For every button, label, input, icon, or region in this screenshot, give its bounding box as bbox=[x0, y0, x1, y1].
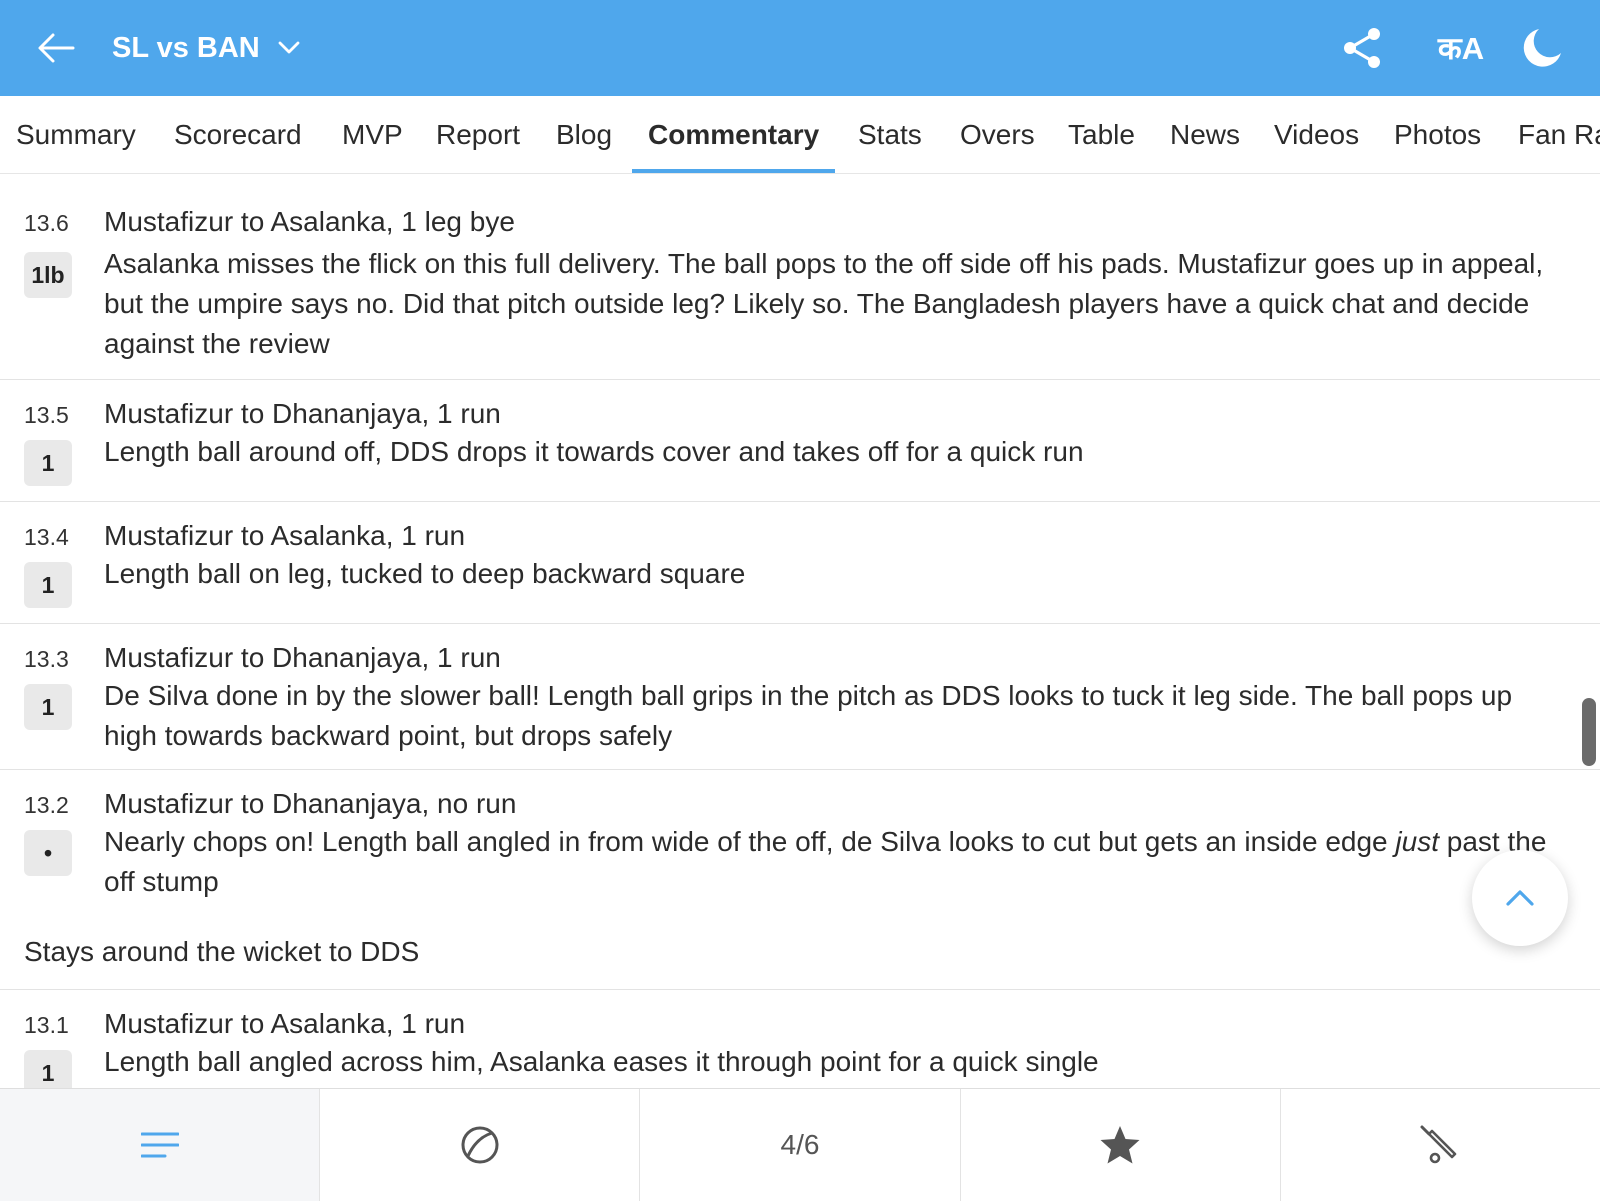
over-number: 13.2 bbox=[24, 792, 69, 818]
ball-description-emphasis: just bbox=[1395, 826, 1439, 857]
runs-badge: 1 bbox=[24, 684, 72, 730]
runs-badge: 1 bbox=[24, 440, 72, 486]
tab-blog[interactable]: Blog bbox=[540, 96, 628, 173]
tab-videos[interactable]: Videos bbox=[1258, 96, 1375, 173]
bottom-nav: 4/6 bbox=[0, 1088, 1600, 1201]
tab-stats[interactable]: Stats bbox=[842, 96, 938, 173]
over-number: 13.3 bbox=[24, 646, 69, 672]
commentary-item: 13.3 1 Mustafizur to Dhananjaya, 1 run D… bbox=[0, 624, 1600, 770]
scroll-to-top-button[interactable] bbox=[1472, 850, 1568, 946]
moon-icon bbox=[1523, 29, 1561, 67]
tab-mvp[interactable]: MVP bbox=[326, 96, 419, 173]
ball-description: Length ball on leg, tucked to deep backw… bbox=[104, 558, 746, 589]
commentary-item: 13.5 1 Mustafizur to Dhananjaya, 1 run L… bbox=[0, 380, 1600, 502]
ball-title: Mustafizur to Dhananjaya, no run bbox=[104, 788, 517, 819]
ball-description: Length ball around off, DDS drops it tow… bbox=[104, 436, 1084, 467]
commentary-item: 13.2 • Mustafizur to Dhananjaya, no run … bbox=[0, 770, 1600, 990]
runs-badge: 1lb bbox=[24, 252, 72, 298]
bottom-nav-batting[interactable] bbox=[1281, 1089, 1600, 1201]
commentary-note: Stays around the wicket to DDS bbox=[24, 936, 420, 967]
commentary-item: 13.6 1lb Mustafizur to Asalanka, 1 leg b… bbox=[0, 174, 1600, 380]
menu-lines-icon bbox=[140, 1132, 179, 1158]
chevron-down-icon bbox=[278, 41, 300, 54]
share-button[interactable] bbox=[1338, 24, 1386, 72]
ball-title: Mustafizur to Asalanka, 1 run bbox=[104, 520, 466, 551]
back-button[interactable] bbox=[34, 28, 78, 68]
chevron-up-icon bbox=[1506, 890, 1534, 906]
ball-description: Nearly chops on! Length ball angled in f… bbox=[104, 822, 1564, 902]
ball-description: De Silva done in by the slower ball! Len… bbox=[104, 680, 1513, 751]
cricket-ball-icon bbox=[461, 1126, 499, 1164]
app-header: SL vs BAN कA bbox=[0, 0, 1600, 96]
star-icon bbox=[1100, 1126, 1140, 1164]
over-number: 13.4 bbox=[24, 524, 69, 550]
back-arrow-icon bbox=[38, 33, 75, 63]
over-number: 13.5 bbox=[24, 402, 69, 428]
tab-report[interactable]: Report bbox=[420, 96, 536, 173]
tab-photos[interactable]: Photos bbox=[1378, 96, 1497, 173]
tab-table[interactable]: Table bbox=[1052, 96, 1151, 173]
language-icon: कA bbox=[1437, 31, 1485, 66]
ball-description: Asalanka misses the flick on this full d… bbox=[104, 248, 1544, 359]
tab-scorecard[interactable]: Scorecard bbox=[158, 96, 318, 173]
commentary-feed[interactable]: 13.6 1lb Mustafizur to Asalanka, 1 leg b… bbox=[0, 174, 1600, 1088]
share-icon bbox=[1344, 28, 1380, 68]
runs-badge: 1 bbox=[24, 562, 72, 608]
ball-title: Mustafizur to Asalanka, 1 run bbox=[104, 1008, 466, 1039]
page-counter: 4/6 bbox=[780, 1129, 820, 1160]
match-selector[interactable]: SL vs BAN bbox=[112, 26, 300, 70]
cricket-bat-icon bbox=[1420, 1125, 1457, 1164]
bottom-nav-commentary[interactable] bbox=[0, 1089, 321, 1201]
tab-news[interactable]: News bbox=[1154, 96, 1256, 173]
tab-overs[interactable]: Overs bbox=[944, 96, 1051, 173]
ball-title: Mustafizur to Dhananjaya, 1 run bbox=[104, 642, 501, 673]
bottom-nav-favourites[interactable] bbox=[961, 1089, 1281, 1201]
ball-title: Mustafizur to Dhananjaya, 1 run bbox=[104, 398, 501, 429]
over-number: 13.6 bbox=[24, 210, 69, 236]
ball-description-text: Nearly chops on! Length ball angled in f… bbox=[104, 826, 1396, 857]
match-title: SL vs BAN bbox=[112, 31, 260, 64]
ball-title: Mustafizur to Asalanka, 1 leg bye bbox=[104, 206, 515, 237]
over-number: 13.1 bbox=[24, 1012, 69, 1038]
scrollbar-thumb[interactable] bbox=[1582, 698, 1596, 766]
commentary-item: 13.1 1 Mustafizur to Asalanka, 1 run Len… bbox=[0, 990, 1600, 1088]
language-button[interactable]: कA bbox=[1428, 24, 1494, 72]
commentary-item: 13.4 1 Mustafizur to Asalanka, 1 run Len… bbox=[0, 502, 1600, 624]
dark-mode-button[interactable] bbox=[1518, 24, 1566, 72]
section-tabs: Summary Scorecard MVP Report Blog Commen… bbox=[0, 96, 1600, 174]
runs-badge: • bbox=[24, 830, 72, 876]
tab-fan-ratings[interactable]: Fan Ra bbox=[1502, 96, 1600, 173]
tab-commentary[interactable]: Commentary bbox=[632, 96, 836, 173]
bottom-nav-counter[interactable]: 4/6 bbox=[640, 1089, 961, 1201]
bottom-nav-ball[interactable] bbox=[320, 1089, 641, 1201]
tab-summary[interactable]: Summary bbox=[0, 96, 152, 173]
runs-badge: 1 bbox=[24, 1050, 72, 1088]
ball-description: Length ball angled across him, Asalanka … bbox=[104, 1046, 1099, 1077]
